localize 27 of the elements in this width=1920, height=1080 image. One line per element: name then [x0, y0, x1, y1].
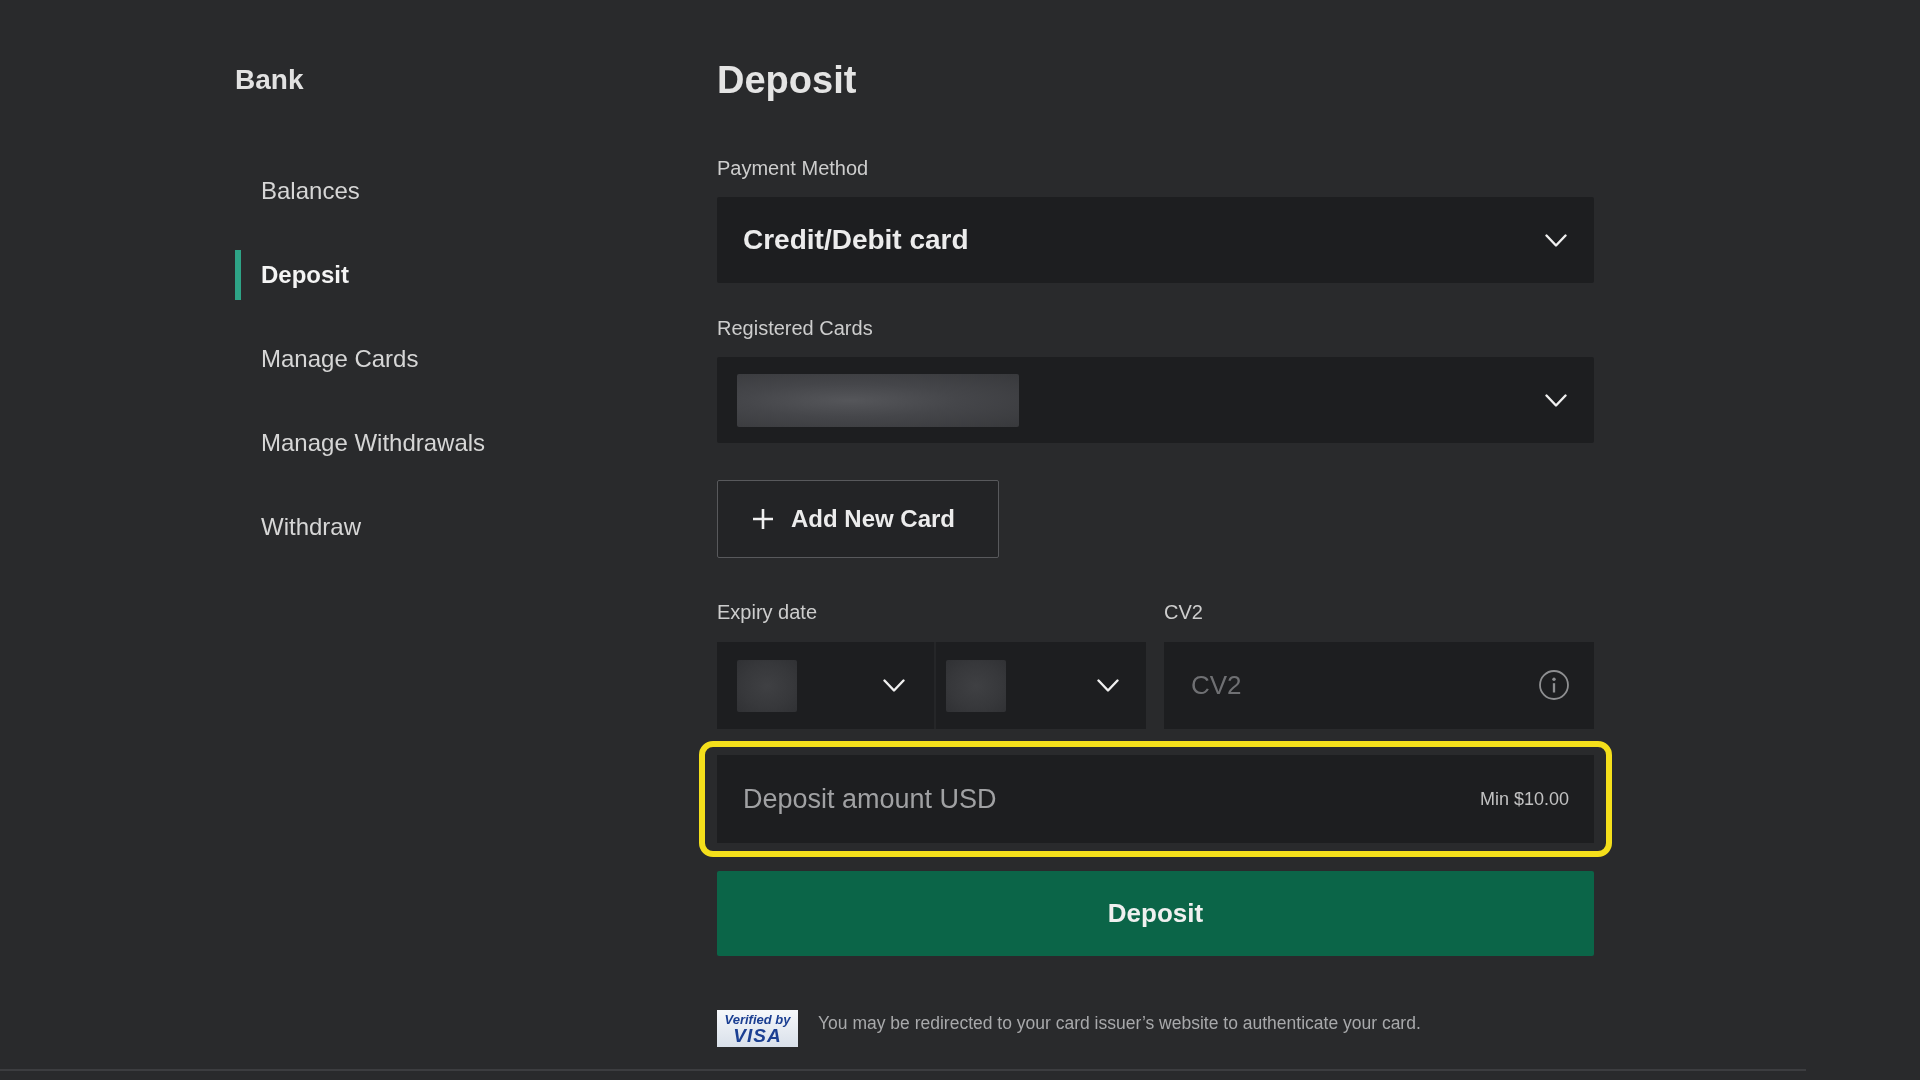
minimum-amount-hint: Min $10.00 — [1479, 788, 1569, 810]
field-label: Registered Cards — [717, 316, 873, 340]
field-label: Payment Method — [717, 156, 869, 180]
add-card-button[interactable]: Add New Card — [717, 480, 999, 558]
page-title: Deposit — [717, 58, 857, 102]
chevron-down-icon — [1097, 679, 1119, 692]
chevron-down-icon — [883, 679, 905, 692]
chevron-down-icon — [1545, 393, 1567, 407]
payment-method-dropdown[interactable]: Credit/Debit card — [717, 197, 1594, 283]
sidebar-item[interactable]: Manage Cards — [235, 334, 423, 384]
verified-by-visa-logo: Verified by VISA — [717, 1010, 798, 1047]
sidebar-item[interactable]: Balances — [235, 166, 364, 216]
info-icon — [1539, 670, 1569, 700]
field-label: Expiry date — [717, 600, 818, 624]
plus-icon — [753, 509, 773, 529]
sidebar-item[interactable]: Deposit — [235, 250, 353, 300]
cv2-field[interactable]: CV2 — [1164, 642, 1594, 729]
expiry-dropdown[interactable] — [934, 642, 1146, 729]
registered-cards-dropdown[interactable] — [717, 357, 1594, 443]
sidebar-item[interactable]: Manage Withdrawals — [235, 418, 490, 468]
field-label: CV2 — [1164, 600, 1203, 624]
sidebar-item[interactable]: Withdraw — [235, 502, 366, 552]
chevron-down-icon — [1545, 233, 1567, 247]
sidebar-title: Bank — [235, 63, 304, 97]
expiry-dropdown[interactable] — [717, 642, 934, 729]
deposit-button[interactable]: Deposit — [717, 871, 1594, 956]
notice-text: You may be redirected to your card issuer’s website to authenticate your card. — [818, 1013, 1421, 1034]
